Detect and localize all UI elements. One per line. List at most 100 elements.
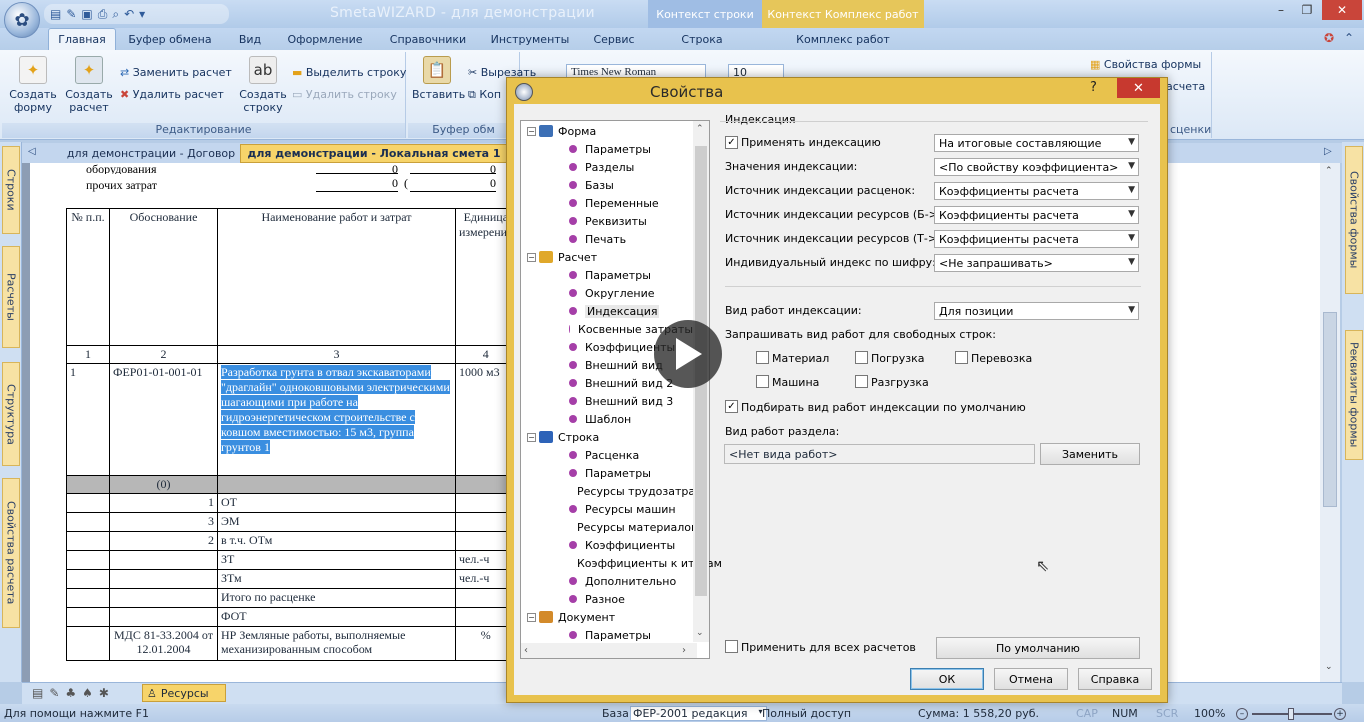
indexing-mode-select[interactable]: На итоговые составляющие ▼ (934, 134, 1139, 152)
collapse-icon[interactable]: − (527, 612, 536, 622)
row-name-cell[interactable]: Разработка грунта в отвал экскаваторами … (217, 363, 456, 476)
replace-calc-button[interactable]: ⇄ Заменить расчет (120, 66, 232, 79)
create-calc-button[interactable]: ✦ Создать расчет (64, 56, 114, 114)
tree-node-item[interactable]: Реквизиты (521, 212, 693, 230)
scroll-down-icon[interactable]: ⌄ (1325, 662, 1333, 672)
calc-props-button[interactable]: асчета (1166, 80, 1205, 93)
tree-node-item[interactable]: Переменные (521, 194, 693, 212)
tree-node-group[interactable]: − Строка (521, 428, 693, 446)
individual-index-select[interactable]: <Не запрашивать> ▼ (934, 254, 1139, 272)
create-row-button[interactable]: ab Создать строку (238, 56, 288, 114)
tree-node-group[interactable]: − Документ (521, 608, 693, 626)
preview-icon[interactable]: ⌕ (112, 7, 119, 22)
dropdown-icon[interactable]: ▾ (139, 7, 145, 21)
tree-node-item[interactable]: Ресурсы трудозатрат (521, 482, 702, 500)
help-lifebuoy-icon[interactable]: ✪ (1324, 31, 1334, 45)
delete-calc-button[interactable]: ✖ Удалить расчет (120, 88, 224, 101)
tree-node-item[interactable]: Разделы (521, 158, 693, 176)
document-scroll-thumb[interactable] (1323, 312, 1337, 507)
paste-button[interactable]: 📋 Вставить (412, 56, 465, 101)
form-props-button[interactable]: ▦ Свойства формы (1090, 58, 1201, 71)
zoom-out-icon[interactable]: – (1236, 708, 1248, 720)
tab-service[interactable]: Сервис (586, 28, 642, 50)
new-icon[interactable]: ▤ (50, 7, 61, 21)
dialog-close-button[interactable]: ✕ (1117, 78, 1160, 98)
status-base-select[interactable]: ФЕР-2001 редакция ▾ (630, 706, 767, 721)
tree-scroll-left-icon[interactable]: ‹ (524, 645, 528, 656)
tree-node-item[interactable]: Дополнительно (521, 572, 693, 590)
collapse-icon[interactable]: − (527, 252, 536, 262)
doc-tab-contract[interactable]: для демонстрации - Договор (66, 144, 236, 163)
create-form-button[interactable]: ✦ Создать форму (8, 56, 58, 114)
default-work-type-checkbox[interactable]: ✓ (725, 400, 738, 413)
tree-scroll-up-icon[interactable]: ⌃ (696, 124, 704, 134)
settings-tree[interactable]: − Форма Параметры Разделы Базы Переменные Рекв… (520, 120, 722, 659)
tree-node-group[interactable]: − Форма (521, 122, 693, 140)
tree-node-item[interactable]: Параметры (521, 464, 693, 482)
tab-references[interactable]: Справочники (382, 28, 474, 50)
unloading-checkbox[interactable] (855, 375, 868, 388)
tree-horizontal-scrollbar[interactable] (521, 643, 697, 658)
loading-checkbox[interactable] (855, 351, 868, 364)
tree-scroll-down-icon[interactable]: ⌄ (696, 628, 704, 638)
tabs-scroll-right-icon[interactable]: ▷ (1324, 146, 1332, 157)
delete-row-button[interactable]: ▭ Удалить строку (292, 88, 397, 101)
scroll-up-icon[interactable]: ⌃ (1325, 166, 1333, 176)
tree-node-item[interactable]: Индексация (521, 302, 693, 320)
tree-node-item[interactable]: Внешний вид 3 (521, 392, 693, 410)
table-row[interactable]: (0) (66, 475, 517, 494)
tab-row[interactable]: Строка (662, 28, 742, 50)
tree-node-item[interactable]: Параметры (521, 140, 693, 158)
close-window-button[interactable]: ✕ (1322, 0, 1362, 20)
sidebar-tab-form-attrs[interactable]: Реквизиты формы (1345, 330, 1363, 460)
bottom-tool-icons[interactable]: ▤✎♣♠✱ (32, 686, 115, 700)
apply-all-checkbox[interactable] (725, 640, 738, 653)
table-row[interactable]: 1 ФЕР01-01-001-01 Разработка грунта в от… (66, 363, 517, 476)
tree-node-item[interactable]: Параметры (521, 626, 693, 644)
cancel-button[interactable]: Отмена (994, 668, 1068, 690)
default-button[interactable]: По умолчанию (936, 637, 1140, 659)
tree-node-item[interactable]: Расценка (521, 446, 693, 464)
index-values-select[interactable]: <По свойству коэффициента> ▼ (934, 158, 1139, 176)
material-checkbox[interactable] (756, 351, 769, 364)
ok-button[interactable]: ОК (910, 668, 984, 690)
table-row[interactable]: ЗТ чел.-ч (66, 550, 517, 570)
resources-tab[interactable]: ♙ Ресурсы (142, 684, 226, 702)
zoom-slider-thumb[interactable] (1288, 708, 1294, 720)
tree-node-group[interactable]: − Расчет (521, 248, 693, 266)
resources-bt-source-select[interactable]: Коэффициенты расчета ▼ (934, 206, 1139, 224)
table-row[interactable]: 1 ОТ (66, 493, 517, 513)
table-row[interactable]: 3 ЭМ (66, 512, 517, 532)
table-row[interactable]: Итого по расценке (66, 588, 517, 608)
collapse-icon[interactable]: − (527, 432, 536, 442)
tree-node-item[interactable]: Шаблон (521, 410, 693, 428)
tab-complex[interactable]: Комплекс работ (780, 28, 906, 50)
tree-scroll-right-icon[interactable]: › (682, 645, 686, 656)
tab-format[interactable]: Оформление (280, 28, 370, 50)
help-button[interactable]: Справка (1078, 668, 1152, 690)
collapse-icon[interactable]: − (527, 126, 536, 136)
ribbon-collapse-icon[interactable]: ⌃ (1344, 31, 1354, 45)
dialog-help-button[interactable]: ? (1090, 80, 1097, 95)
tree-node-item[interactable]: Ресурсы материалов (521, 518, 698, 536)
rates-source-select[interactable]: Коэффициенты расчета ▼ (934, 182, 1139, 200)
tree-node-item[interactable]: Параметры (521, 266, 693, 284)
sidebar-tab-form-props[interactable]: Свойства формы (1345, 146, 1363, 294)
tree-node-item[interactable]: Разное (521, 590, 693, 608)
table-row[interactable]: 1 2 3 4 (66, 345, 517, 364)
sidebar-tab-calc-props[interactable]: Свойства расчета (2, 478, 20, 628)
select-row-button[interactable]: ▬ Выделить строку (292, 66, 406, 79)
undo-icon[interactable]: ↶ (124, 7, 134, 21)
work-type-select[interactable]: Для позиции ▼ (934, 302, 1139, 320)
tab-clipboard[interactable]: Буфер обмена (122, 28, 218, 50)
apply-indexing-checkbox[interactable]: ✓ (725, 136, 738, 149)
copy-button[interactable]: ⧉ Коп (468, 88, 501, 102)
tab-view[interactable]: Вид (230, 28, 270, 50)
sidebar-tab-calcs[interactable]: Расчеты (2, 246, 20, 348)
resources-tb-source-select[interactable]: Коэффициенты расчета ▼ (934, 230, 1139, 248)
save-icon[interactable]: ▣ (81, 7, 92, 21)
tabs-scroll-left-icon[interactable]: ◁ (28, 146, 36, 157)
tree-node-item[interactable]: Коэффициенты (521, 536, 693, 554)
maximize-button[interactable]: ❐ (1292, 0, 1322, 20)
table-row[interactable]: ФОТ (66, 607, 517, 627)
